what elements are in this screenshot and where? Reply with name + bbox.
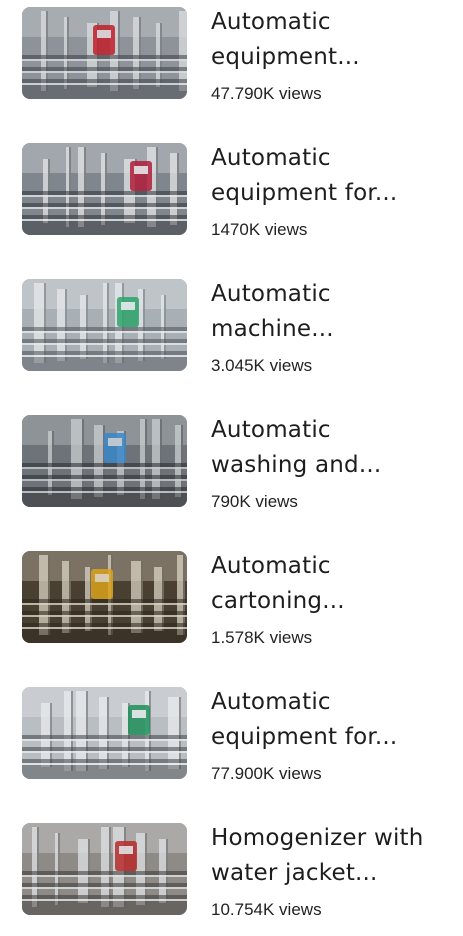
- video-item[interactable]: Homogenizer with water jacket... 10.754K v…: [0, 816, 463, 936]
- video-thumbnail[interactable]: [22, 687, 187, 779]
- control-panel-thumbnail: [22, 687, 187, 779]
- video-title-line: equipment for...: [211, 724, 398, 750]
- view-count: 3.045K views: [211, 356, 313, 375]
- video-title-line: Automatic: [211, 9, 331, 35]
- filling-line-thumbnail: [22, 7, 187, 99]
- washing-machine-thumbnail: [22, 415, 187, 507]
- video-title-line: water jacket...: [211, 860, 378, 886]
- video-item[interactable]: Automatic equipment for... 1470K views: [0, 136, 463, 256]
- video-item[interactable]: Automatic machine... 3.045K views: [0, 272, 463, 392]
- view-count: 1470K views: [211, 220, 308, 239]
- video-thumbnail[interactable]: [22, 143, 187, 235]
- oil-filling-thumbnail: [22, 551, 187, 643]
- video-title[interactable]: Automatic equipment for...: [211, 141, 456, 211]
- view-count: 1.578K views: [211, 628, 313, 647]
- video-title[interactable]: Automatic machine...: [211, 277, 456, 347]
- video-item[interactable]: Automatic cartoning... 1.578K views: [0, 544, 463, 664]
- view-count: 47.790K views: [211, 84, 322, 103]
- video-title-line: equipment for...: [211, 180, 398, 206]
- view-count: 790K views: [211, 492, 298, 511]
- video-thumbnail[interactable]: [22, 551, 187, 643]
- bottle-filler-thumbnail: [22, 279, 187, 371]
- homogenizer-thumbnail: [22, 823, 187, 915]
- video-title[interactable]: Automatic equipment...: [211, 5, 456, 75]
- video-title-line: Automatic: [211, 281, 331, 307]
- video-thumbnail[interactable]: [22, 7, 187, 99]
- video-item[interactable]: Automatic washing and... 790K views: [0, 408, 463, 528]
- video-title-line: washing and...: [211, 452, 382, 478]
- video-title-line: Automatic: [211, 145, 331, 171]
- video-thumbnail[interactable]: [22, 415, 187, 507]
- video-title-line: Automatic: [211, 417, 331, 443]
- view-count: 77.900K views: [211, 764, 322, 783]
- video-title[interactable]: Automatic cartoning...: [211, 549, 456, 619]
- video-title-line: equipment...: [211, 44, 360, 70]
- video-title-line: cartoning...: [211, 588, 345, 614]
- video-title[interactable]: Automatic washing and...: [211, 413, 456, 483]
- video-title-line: machine...: [211, 316, 334, 342]
- view-count: 10.754K views: [211, 900, 322, 919]
- video-thumbnail[interactable]: [22, 279, 187, 371]
- video-title-line: Automatic: [211, 553, 331, 579]
- video-title[interactable]: Automatic equipment for...: [211, 685, 456, 755]
- conveyor-thumbnail: [22, 143, 187, 235]
- video-title[interactable]: Homogenizer with water jacket...: [211, 821, 456, 891]
- video-item[interactable]: Automatic equipment for... 77.900K views: [0, 680, 463, 800]
- video-item[interactable]: Automatic equipment... 47.790K views: [0, 0, 463, 120]
- video-title-line: Automatic: [211, 689, 331, 715]
- video-title-line: Homogenizer with: [211, 825, 424, 851]
- video-thumbnail[interactable]: [22, 823, 187, 915]
- video-list: Automatic equipment... 47.790K views Automa…: [0, 0, 463, 927]
